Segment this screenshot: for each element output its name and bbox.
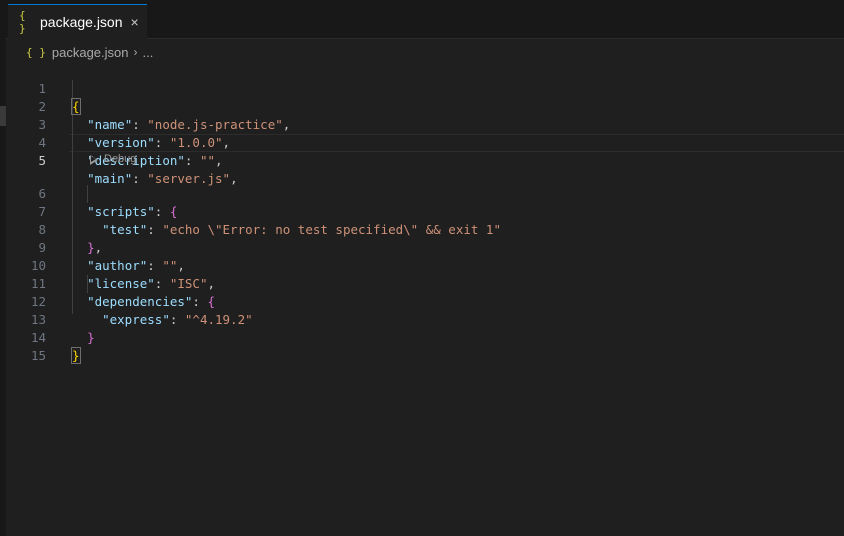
code-line-active: 5 "main": "server.js", <box>6 134 844 186</box>
code-line: 3 "version": "1.0.0", <box>6 98 844 150</box>
debug-label: Debug <box>104 153 137 165</box>
close-brace: } <box>71 347 81 364</box>
code-line: 6 "scripts": { <box>6 167 844 219</box>
code-line: 15 <box>6 329 844 363</box>
code-line: 13 } <box>6 293 844 345</box>
breadcrumb-more[interactable]: ... <box>143 45 154 60</box>
chevron-right-icon: › <box>133 45 138 59</box>
codelens-row: Debug <box>6 152 844 167</box>
code-line: 12 "express": "^4.19.2" <box>6 275 844 327</box>
code-editor[interactable]: 1 { 2 "name": "node.js-practice", 3 "ver… <box>6 62 844 536</box>
breadcrumb-file[interactable]: package.json <box>52 45 129 60</box>
play-icon <box>90 154 98 165</box>
code-line: 11 "dependencies": { <box>6 257 844 309</box>
json-icon: { } <box>26 45 46 59</box>
code-line: 10 "license": "ISC", <box>6 239 844 291</box>
tab-package-json[interactable]: { } package.json × <box>8 4 147 39</box>
close-icon[interactable]: × <box>131 14 139 30</box>
breadcrumb: { } package.json › ... <box>26 42 153 62</box>
json-icon: { } <box>19 9 26 35</box>
line-number: 15 <box>30 348 46 363</box>
code-line: 4 "description": "", <box>6 116 844 168</box>
code-line: 14 } <box>6 311 844 364</box>
code-line: 8 }, <box>6 203 844 255</box>
tab-label: package.json <box>40 14 123 30</box>
code-line: 1 { <box>6 62 844 115</box>
code-line: 2 "name": "node.js-practice", <box>6 80 844 132</box>
tab-bar: { } package.json × <box>6 0 844 39</box>
code-line: 7 "test": "echo \"Error: no test specifi… <box>6 185 844 237</box>
debug-codelens[interactable]: Debug <box>90 152 136 167</box>
code-line: 9 "author": "", <box>6 221 844 273</box>
